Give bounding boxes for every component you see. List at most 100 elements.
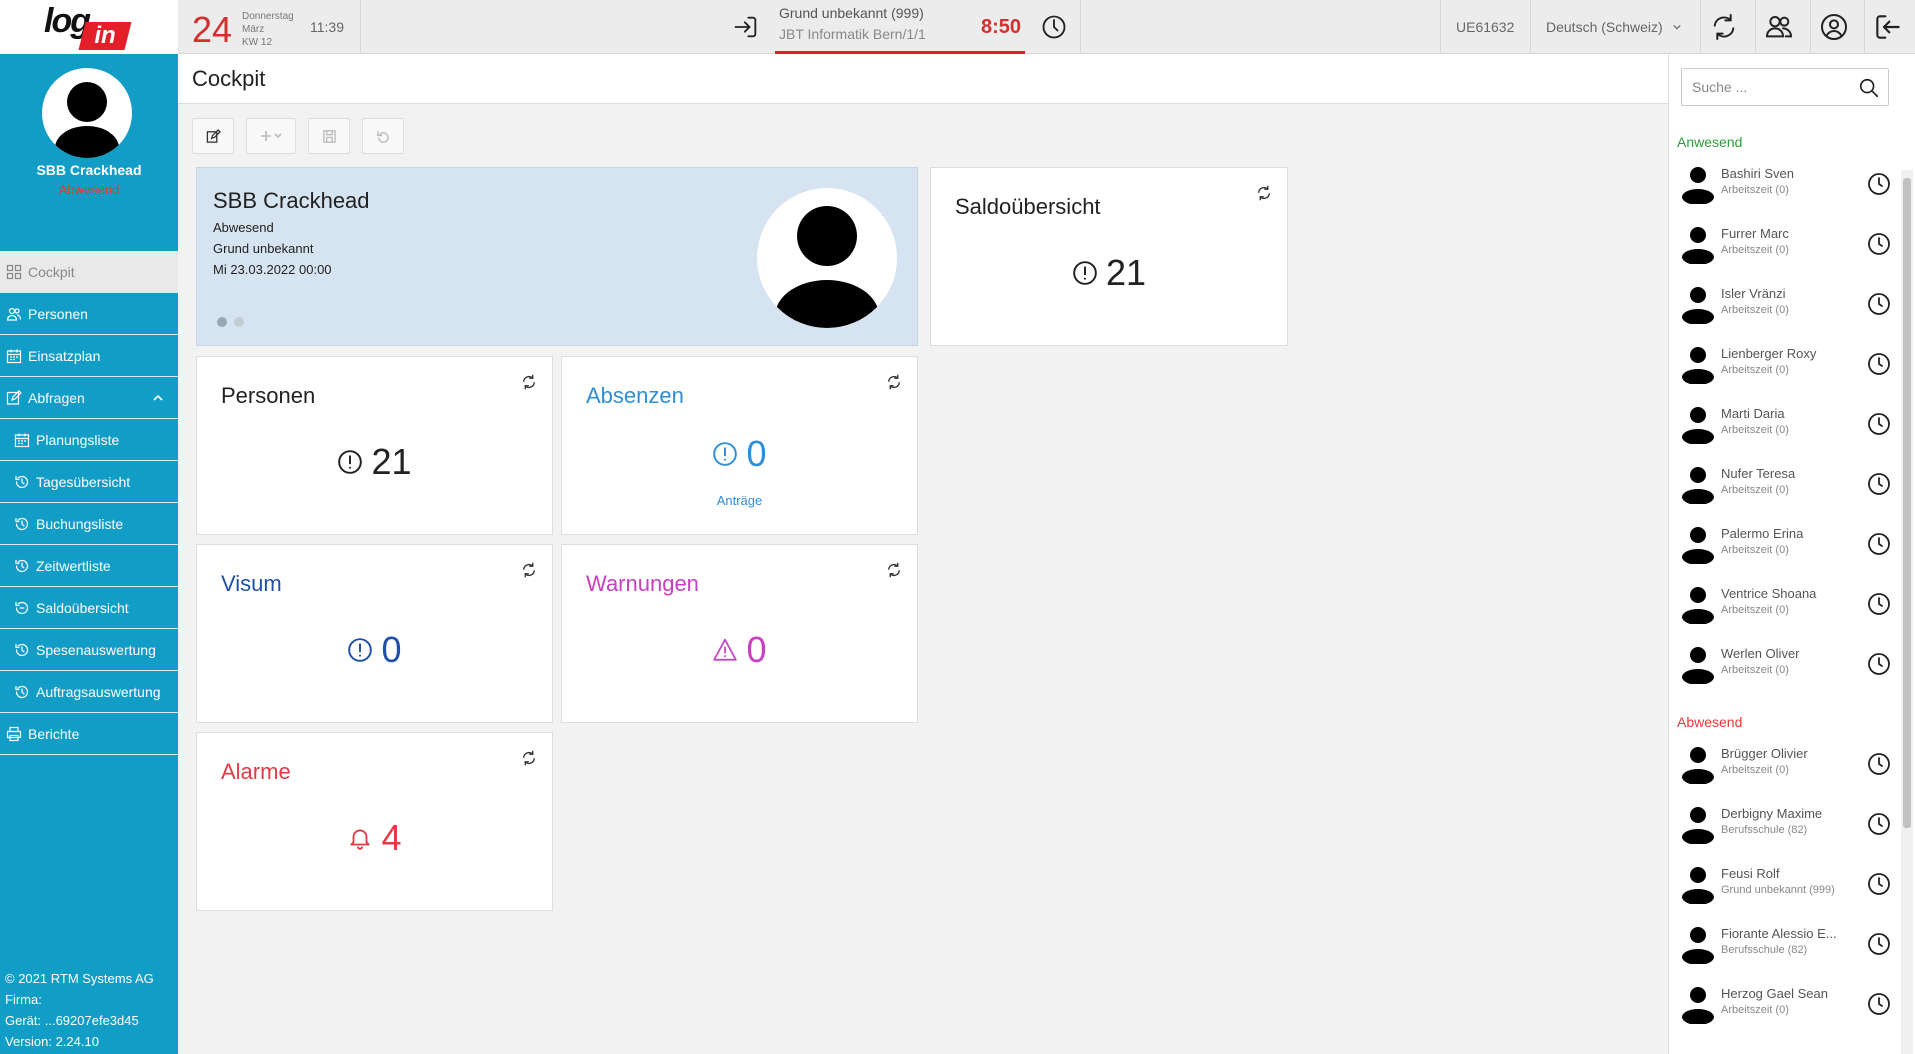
list-item[interactable]: Isler Vränzi Arbeitszeit (0): [1677, 280, 1895, 328]
history-icon: [15, 517, 29, 530]
sidebar-item-tagesuebersicht[interactable]: Tagesübersicht: [0, 461, 178, 503]
card-value: 21: [1105, 252, 1147, 293]
scrollbar[interactable]: [1901, 170, 1913, 1054]
sidebar-item-cockpit[interactable]: Cockpit: [0, 251, 178, 293]
clock-icon[interactable]: [1867, 872, 1891, 896]
sidebar-nav: Cockpit Personen Einsatzplan Abfragen Pl…: [0, 251, 178, 755]
sidebar-item-saldouebersicht[interactable]: Saldoübersicht: [0, 587, 178, 629]
save-button[interactable]: [308, 118, 350, 154]
add-button[interactable]: [246, 118, 296, 154]
person-name: Isler Vränzi: [1721, 286, 1786, 301]
absenzen-card[interactable]: Absenzen 0 Anträge: [561, 356, 918, 535]
visum-card[interactable]: Visum 0: [196, 544, 553, 723]
clock-icon[interactable]: [1867, 412, 1891, 436]
personen-card[interactable]: Personen 21: [196, 356, 553, 535]
list-item[interactable]: Ventrice Shoana Arbeitszeit (0): [1677, 580, 1895, 628]
sidebar-item-label: Saldoübersicht: [36, 599, 129, 616]
card-value-row: 21: [931, 252, 1287, 294]
clock-icon[interactable]: [1867, 932, 1891, 956]
last-booking[interactable]: Grund unbekannt (999) JBT Informatik Ber…: [775, 0, 1025, 54]
bell-icon: [350, 829, 371, 850]
clock-icon[interactable]: [1867, 812, 1891, 836]
sidebar-item-auftragsauswertung[interactable]: Auftragsauswertung: [0, 671, 178, 713]
refresh-icon[interactable]: [885, 561, 903, 579]
list-item[interactable]: Herzog Gael Sean Arbeitszeit (0): [1677, 980, 1895, 1028]
clock-icon[interactable]: [1867, 472, 1891, 496]
search-input[interactable]: [1682, 69, 1852, 105]
sidebar-item-spesenauswertung[interactable]: Spesenauswertung: [0, 629, 178, 671]
sidebar-item-buchungsliste[interactable]: Buchungsliste: [0, 503, 178, 545]
clock-icon[interactable]: [1867, 352, 1891, 376]
refresh-icon[interactable]: [520, 561, 538, 579]
saldo-card[interactable]: Saldoübersicht 21: [930, 167, 1288, 346]
refresh-icon[interactable]: [520, 373, 538, 391]
date-day: 24: [192, 9, 233, 50]
logout-icon[interactable]: [1872, 11, 1904, 43]
language-select[interactable]: Deutsch (Schweiz): [1540, 0, 1690, 54]
list-item[interactable]: Furrer Marc Arbeitszeit (0): [1677, 220, 1895, 268]
sidebar-item-berichte[interactable]: Berichte: [0, 713, 178, 755]
clock-icon[interactable]: [1867, 172, 1891, 196]
sidebar-item-einsatzplan[interactable]: Einsatzplan: [0, 335, 178, 377]
person-name: Palermo Erina: [1721, 526, 1804, 541]
person-status: Arbeitszeit (0): [1721, 764, 1789, 776]
list-item[interactable]: Nufer Teresa Arbeitszeit (0): [1677, 460, 1895, 508]
person-card[interactable]: SBB Crackhead Abwesend Grund unbekannt M…: [196, 167, 918, 346]
list-item[interactable]: Derbigny Maxime Berufsschule (82): [1677, 800, 1895, 848]
list-item[interactable]: Bashiri Sven Arbeitszeit (0): [1677, 160, 1895, 208]
sidebar-profile[interactable]: SBB Crackhead Abwesend: [0, 54, 178, 251]
copyright-text: © 2021 RTM Systems AG: [5, 971, 154, 986]
scrollbar-thumb[interactable]: [1903, 178, 1911, 828]
clock-in-icon[interactable]: [732, 13, 760, 41]
company-text: Firma:: [5, 992, 42, 1007]
clock-icon[interactable]: [1040, 13, 1068, 41]
sync-icon[interactable]: [1708, 11, 1740, 43]
undo-button[interactable]: [362, 118, 404, 154]
list-item[interactable]: Brügger Olivier Arbeitszeit (0): [1677, 740, 1895, 788]
sidebar-item-personen[interactable]: Personen: [0, 293, 178, 335]
history-icon: [15, 643, 29, 656]
antraege-link[interactable]: Anträge: [562, 493, 917, 508]
clock-icon[interactable]: [1867, 652, 1891, 676]
warnungen-card[interactable]: Warnungen 0: [561, 544, 918, 723]
person-name: Brügger Olivier: [1721, 746, 1808, 761]
list-item[interactable]: Feusi Rolf Grund unbekannt (999): [1677, 860, 1895, 908]
list-item[interactable]: Palermo Erina Arbeitszeit (0): [1677, 520, 1895, 568]
clock-icon[interactable]: [1867, 532, 1891, 556]
app-logo[interactable]: log in: [0, 0, 178, 54]
refresh-icon[interactable]: [1255, 184, 1273, 202]
list-item[interactable]: Fiorante Alessio E... Berufsschule (82): [1677, 920, 1895, 968]
list-item[interactable]: Marti Daria Arbeitszeit (0): [1677, 400, 1895, 448]
person-status: Arbeitszeit (0): [1721, 364, 1789, 376]
person-silhouette-icon: [1682, 227, 1714, 264]
printer-icon: [6, 726, 22, 741]
users-icon[interactable]: [1763, 11, 1795, 43]
refresh-icon[interactable]: [520, 749, 538, 767]
carousel-dot-active[interactable]: [217, 317, 227, 327]
booking-reason: Grund unbekannt (999): [779, 5, 924, 21]
list-item[interactable]: Werlen Oliver Arbeitszeit (0): [1677, 640, 1895, 688]
sidebar-item-planungsliste[interactable]: Planungsliste: [0, 419, 178, 461]
date-week: KW 12: [242, 37, 273, 48]
clock-icon[interactable]: [1867, 592, 1891, 616]
date-details: Donnerstag März KW 12: [242, 10, 294, 49]
sidebar-item-zeitwertliste[interactable]: Zeitwertliste: [0, 545, 178, 587]
alarme-card[interactable]: Alarme 4: [196, 732, 553, 911]
person-name: Ventrice Shoana: [1721, 586, 1817, 601]
clock-icon[interactable]: [1867, 292, 1891, 316]
refresh-icon[interactable]: [885, 373, 903, 391]
sidebar-item-label: Auftragsauswertung: [36, 683, 161, 700]
sidebar-item-abfragen[interactable]: Abfragen: [0, 377, 178, 419]
group-present-heading: Anwesend: [1677, 134, 1743, 150]
clock-icon[interactable]: [1867, 232, 1891, 256]
person-silhouette-icon: [1682, 587, 1714, 624]
clock-icon[interactable]: [1867, 752, 1891, 776]
edit-button[interactable]: [192, 118, 234, 154]
profile-icon[interactable]: [1818, 11, 1850, 43]
clock-icon[interactable]: [1867, 992, 1891, 1016]
search-icon[interactable]: [1858, 77, 1880, 99]
card-title: Visum: [221, 571, 282, 596]
carousel-dot[interactable]: [234, 317, 244, 327]
person-status: Arbeitszeit (0): [1721, 664, 1789, 676]
list-item[interactable]: Lienberger Roxy Arbeitszeit (0): [1677, 340, 1895, 388]
